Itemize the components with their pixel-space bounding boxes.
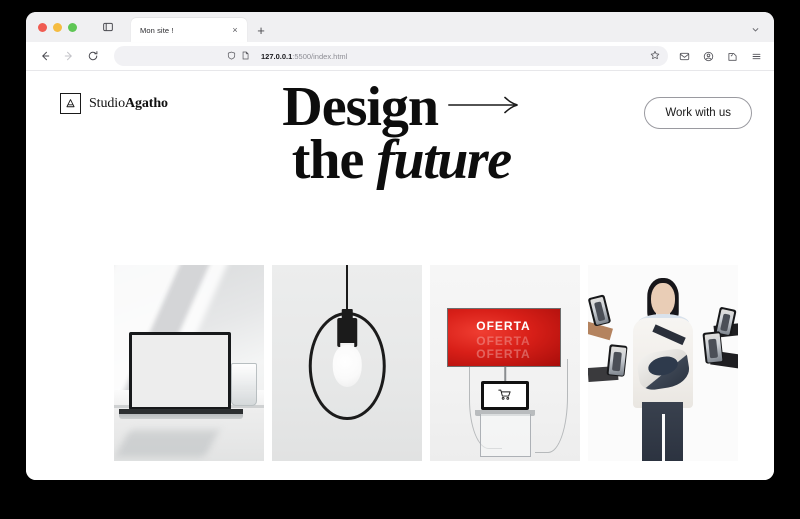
tab-title: Mon site ! xyxy=(140,25,174,35)
site-header: StudioAgatho Design the future Work with… xyxy=(26,71,774,188)
web-page-content: StudioAgatho Design the future Work with… xyxy=(26,71,774,480)
page-title: Design the future xyxy=(158,76,644,188)
image-gallery: OFERTA OFERTA OFERTA xyxy=(114,265,738,461)
new-tab-button[interactable]: + xyxy=(250,18,272,42)
triangle-in-square-icon xyxy=(60,93,81,114)
address-bar-icons: 127.0.0.1:5500/index.html xyxy=(227,47,347,65)
app-menu-icon[interactable] xyxy=(748,48,764,64)
laptop-device xyxy=(118,331,244,419)
shield-icon[interactable] xyxy=(227,47,236,65)
headline-line-1: Design xyxy=(158,76,644,138)
address-bar[interactable]: 127.0.0.1:5500/index.html xyxy=(114,46,668,66)
smartphone-4 xyxy=(701,330,724,364)
site-logo-text: StudioAgatho xyxy=(89,96,168,112)
long-right-arrow-icon xyxy=(448,94,520,116)
headline-word-design: Design xyxy=(282,76,439,138)
person-head xyxy=(651,282,675,316)
url-path: :5500/index.html xyxy=(292,51,348,61)
oferta-laptop xyxy=(481,380,529,411)
oferta-text-2: OFERTA xyxy=(476,333,531,348)
address-bar-url: 127.0.0.1:5500/index.html xyxy=(261,52,347,61)
tab-strip: Mon site ! × + xyxy=(26,12,774,42)
forward-arrow-icon[interactable] xyxy=(58,45,80,67)
back-arrow-icon[interactable] xyxy=(34,45,56,67)
window-controls xyxy=(34,12,81,42)
gallery-image-person-with-phones[interactable] xyxy=(588,265,738,461)
logo-text-light: Studio xyxy=(89,95,125,111)
close-window-button[interactable] xyxy=(38,22,47,32)
smartphone-3-subject xyxy=(720,313,731,332)
smartphone-2-subject xyxy=(611,351,621,373)
star-icon[interactable] xyxy=(650,47,660,65)
trouser-gap xyxy=(662,413,665,461)
acrylic-stand xyxy=(479,413,531,458)
smartphone-1-subject xyxy=(594,302,605,322)
browser-window: Mon site ! × + 127.0.0.1:5500/index.html… xyxy=(26,12,774,480)
headline-word-future: future xyxy=(376,129,512,192)
toolbar-right-icons xyxy=(676,48,766,64)
oferta-laptop-screen xyxy=(484,383,526,407)
work-with-us-button[interactable]: Work with us xyxy=(644,97,752,129)
oferta-screen: OFERTA OFERTA OFERTA xyxy=(446,308,561,367)
close-tab-button[interactable]: × xyxy=(229,24,241,36)
headline-line-2: the future xyxy=(291,129,512,192)
lamp-bulb xyxy=(332,345,362,387)
desk-shadow xyxy=(114,429,219,458)
gallery-image-oferta-display[interactable]: OFERTA OFERTA OFERTA xyxy=(430,265,580,461)
glass-object xyxy=(231,363,257,407)
lamp-cord xyxy=(346,265,348,313)
account-icon[interactable] xyxy=(700,48,716,64)
minimize-window-button[interactable] xyxy=(53,22,62,32)
cable-right xyxy=(535,359,568,454)
reload-icon[interactable] xyxy=(82,45,104,67)
sidebar-panel-icon[interactable] xyxy=(95,12,121,42)
headline-word-the: the xyxy=(291,129,365,192)
extensions-icon[interactable] xyxy=(724,48,740,64)
smartphone-2 xyxy=(605,344,628,378)
browser-tab[interactable]: Mon site ! × xyxy=(131,18,247,42)
smartphone-1-screen xyxy=(589,296,609,326)
chevron-down-icon[interactable] xyxy=(742,16,768,42)
smartphone-4-subject xyxy=(707,338,718,359)
shopping-cart-icon xyxy=(498,389,512,402)
url-host: 127.0.0.1 xyxy=(261,51,293,61)
laptop-keyboard-base xyxy=(118,409,244,419)
navigation-toolbar: 127.0.0.1:5500/index.html xyxy=(26,42,774,71)
oferta-text-3: OFERTA xyxy=(476,346,531,361)
pocket-icon[interactable] xyxy=(676,48,692,64)
oferta-text-1: OFERTA xyxy=(476,319,531,334)
laptop-screen xyxy=(129,331,231,411)
smartphone-2-screen xyxy=(607,346,626,376)
smartphone-4-screen xyxy=(703,332,722,363)
maximize-window-button[interactable] xyxy=(68,22,77,32)
gallery-image-laptop-on-desk[interactable] xyxy=(114,265,264,461)
page-document-icon[interactable] xyxy=(241,47,250,65)
site-logo[interactable]: StudioAgatho xyxy=(60,85,168,114)
gallery-image-pendant-lamp[interactable] xyxy=(272,265,422,461)
